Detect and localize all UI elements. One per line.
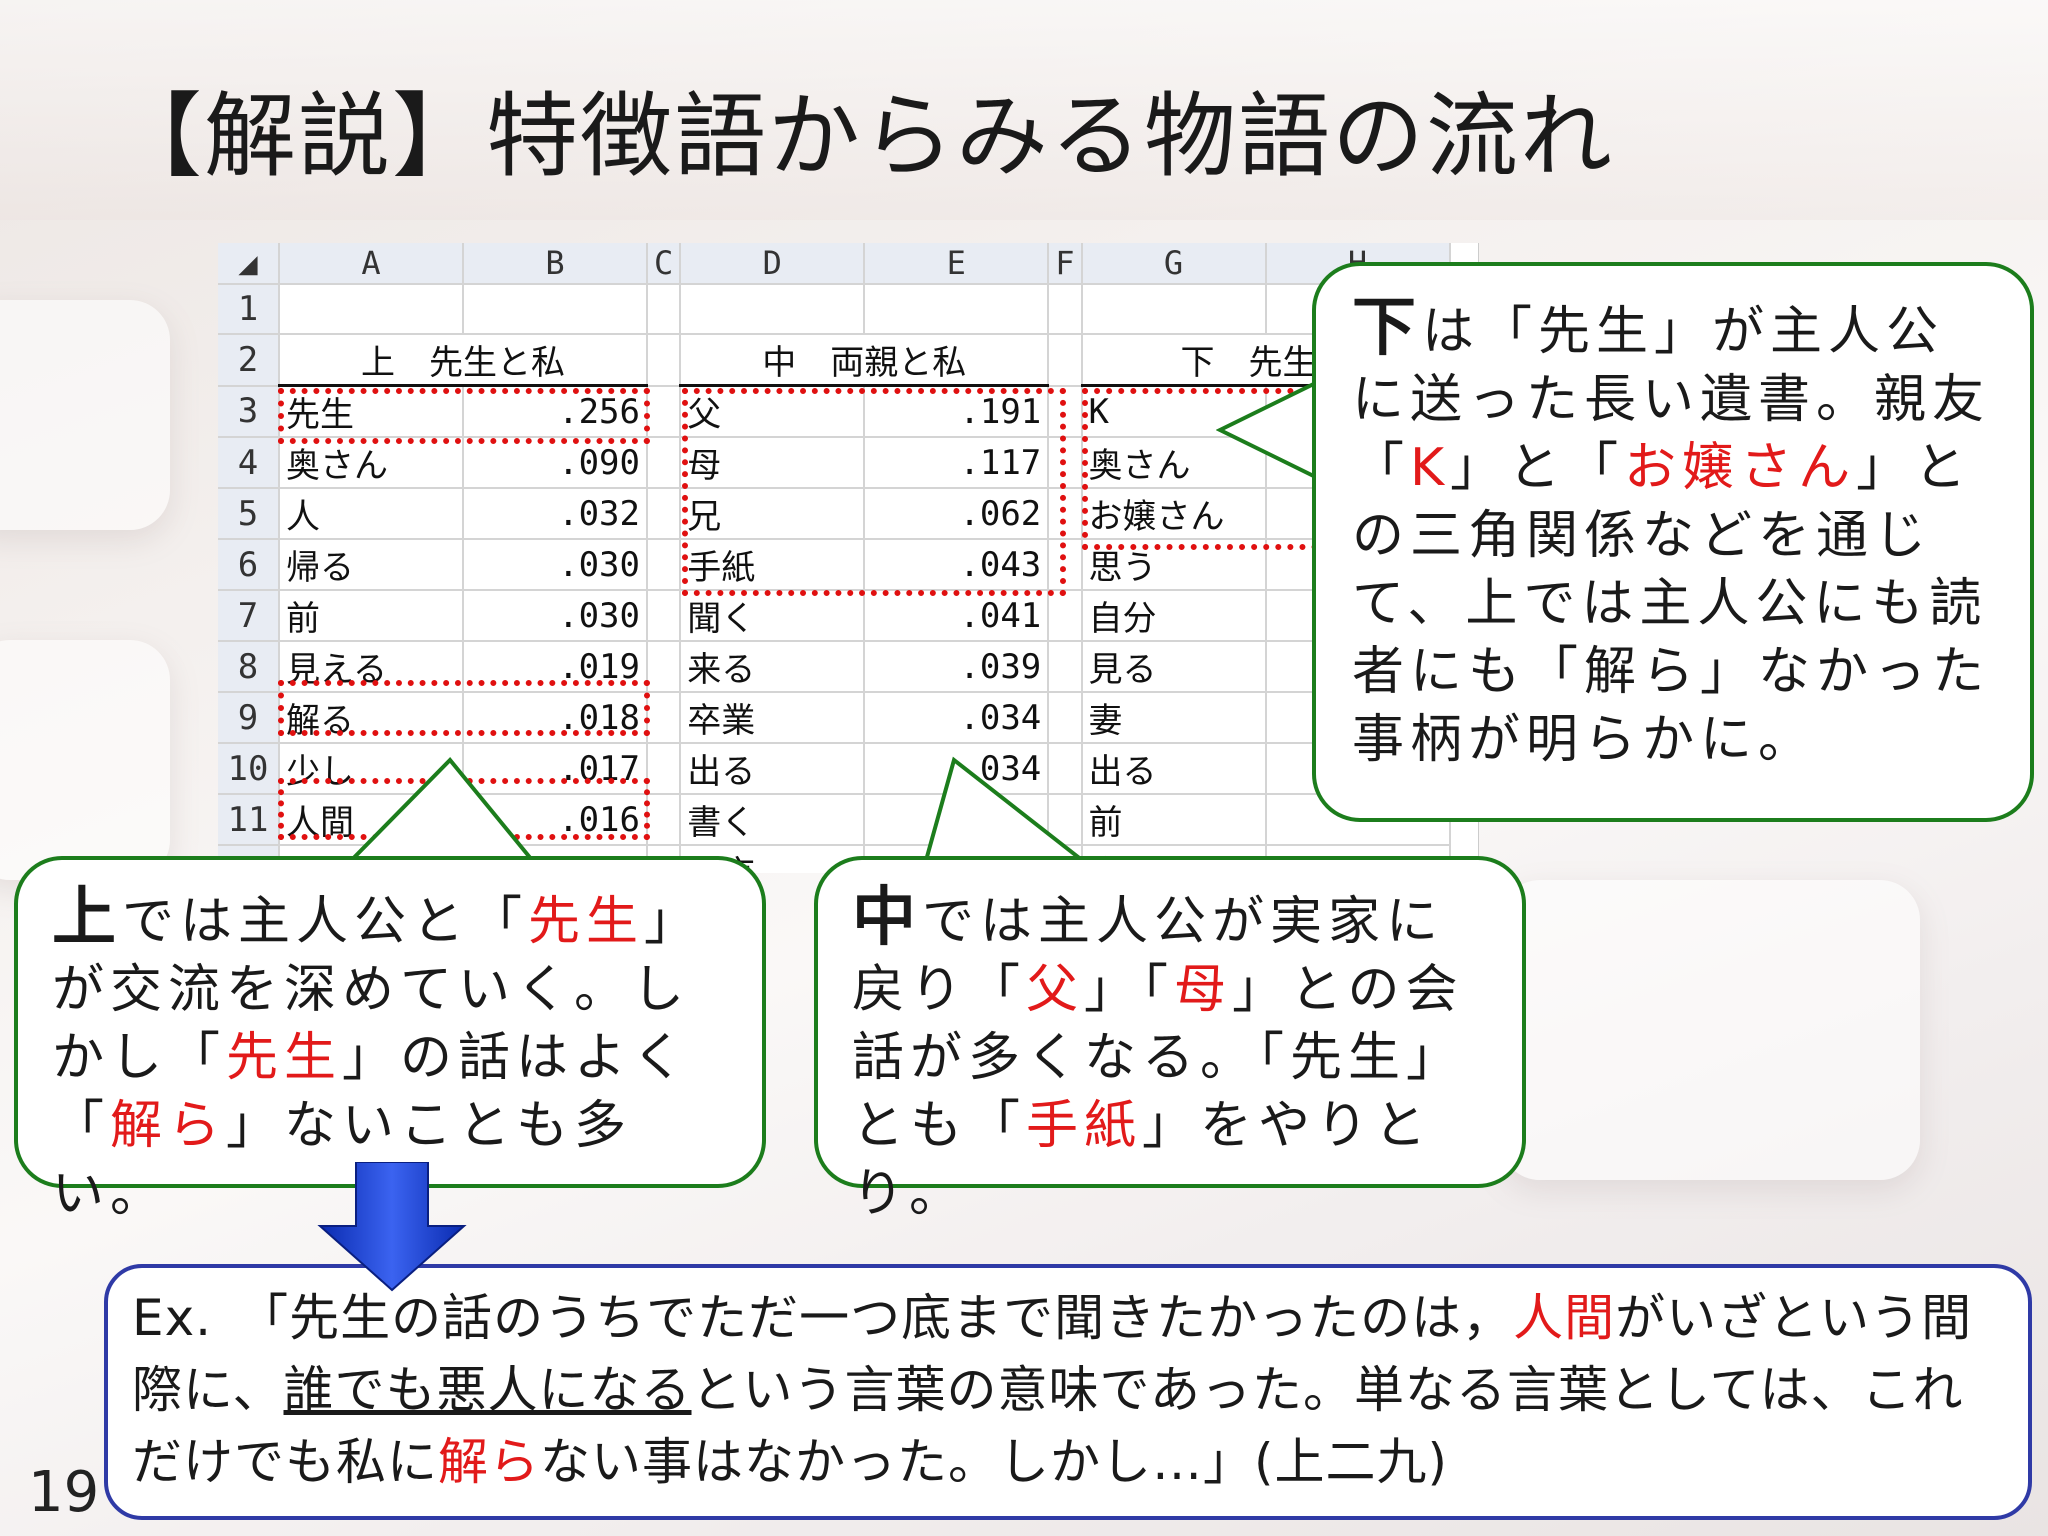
score-cell: .034 [864,692,1050,744]
highlight-k: K [1410,438,1451,498]
highlight-sensei: 先生 [528,892,645,952]
word-cell: 卒業 [680,692,866,744]
row-number: 6 [218,539,280,591]
background-key-shape [0,300,170,530]
word-cell: 聞く [680,590,866,642]
example-text: Ex. 「先生の話のうちでただ一つ底まで聞きたかったのは， [132,1289,1514,1347]
word-cell: 自分 [1081,590,1267,642]
callout-lower-lead: 下 [1352,291,1422,365]
row-number: 3 [218,385,280,438]
callout-upper-lead: 上 [52,881,122,955]
row-number: 8 [218,641,280,693]
corner-cell: ◢ [218,243,280,285]
word-cell: 奥さん [279,437,464,489]
column-header: C [647,243,682,285]
background-key-shape [1500,880,1920,1180]
callout-lower-text: 」と「 [1450,438,1625,498]
column-header: B [463,243,648,285]
score-cell: .032 [463,488,648,540]
score-cell: .041 [864,590,1050,642]
callout-upper: 上では主人公と「先生」が交流を深めていく。しかし「先生」の話はよく「解ら」ないこ… [14,856,766,1224]
callout-lower: 下は「先生」が主人公に送った長い遺書。親友「K」と「お嬢さん」との三角関係などを… [1312,262,2034,822]
column-header-row: ◢ A B C D E F G H [218,243,1451,285]
word-cell: 出る [680,743,866,795]
highlight-ojosan: お嬢さん [1624,438,1857,498]
example-quote-box: Ex. 「先生の話のうちでただ一つ底まで聞きたかったのは，人間がいざという間際に… [104,1264,2032,1520]
score-cell: .039 [864,641,1050,693]
word-cell: 前 [279,590,464,642]
word-cell: 人 [279,488,464,540]
row-number: 9 [218,692,280,744]
score-cell: .030 [463,539,648,591]
down-arrow-icon [317,1162,467,1292]
section-header-upper: 上 先生と私 [279,334,648,387]
row-number: 4 [218,437,280,489]
page-number: 19 [28,1460,100,1525]
score-cell: .090 [463,437,648,489]
score-cell: .030 [463,590,648,642]
highlight-wakara: 解ら [110,1096,227,1156]
row-number: 1 [218,284,280,335]
column-header: G [1081,243,1267,285]
callout-middle-lead: 中 [852,881,922,955]
column-header: A [279,243,464,285]
highlight-sensei: 先生 [226,1028,343,1088]
highlight-haha: 母 [1174,960,1233,1020]
highlight-box-wakaru [278,680,650,736]
row-number: 7 [218,590,280,642]
callout-middle: 中では主人公が実家に戻り「父」「母」との会話が多くなる。「先生」とも「手紙」をや… [814,856,1526,1224]
slide-title: 【解説】特徴語からみる物語の流れ [110,83,1615,190]
word-cell: 妻 [1081,692,1267,744]
example-underlined-phrase: 誰でも悪人になる [283,1361,692,1419]
section-header-middle: 中 両親と私 [680,334,1050,387]
row-number: 5 [218,488,280,540]
word-cell: 来る [680,641,866,693]
highlight-tegami: 手紙 [1026,1096,1143,1156]
callout-upper-text: では主人公と「 [122,892,529,952]
highlight-box-sensei [278,388,650,444]
highlight-wakara: 解ら [438,1433,540,1491]
row-number: 2 [218,334,280,387]
callout-middle-text: 」「 [1084,960,1175,1020]
word-cell: 帰る [279,539,464,591]
column-header: F [1048,243,1083,285]
word-cell: 書く [680,794,866,846]
column-header: D [680,243,866,285]
column-header: E [864,243,1050,285]
highlight-ningen: 人間 [1513,1289,1616,1347]
background-key-shape [0,640,170,880]
row-number: 11 [218,794,280,846]
highlight-chichi: 父 [1026,960,1085,1020]
table-row: 1 [218,284,1451,335]
word-cell: 見る [1081,641,1267,693]
highlight-box-family [682,388,1066,596]
example-text: ない事はなかった。しかし…」(上二九) [540,1433,1449,1491]
table-row: 7 前 .030 聞く .041 自分 [218,590,1451,642]
row-number: 10 [218,743,280,795]
